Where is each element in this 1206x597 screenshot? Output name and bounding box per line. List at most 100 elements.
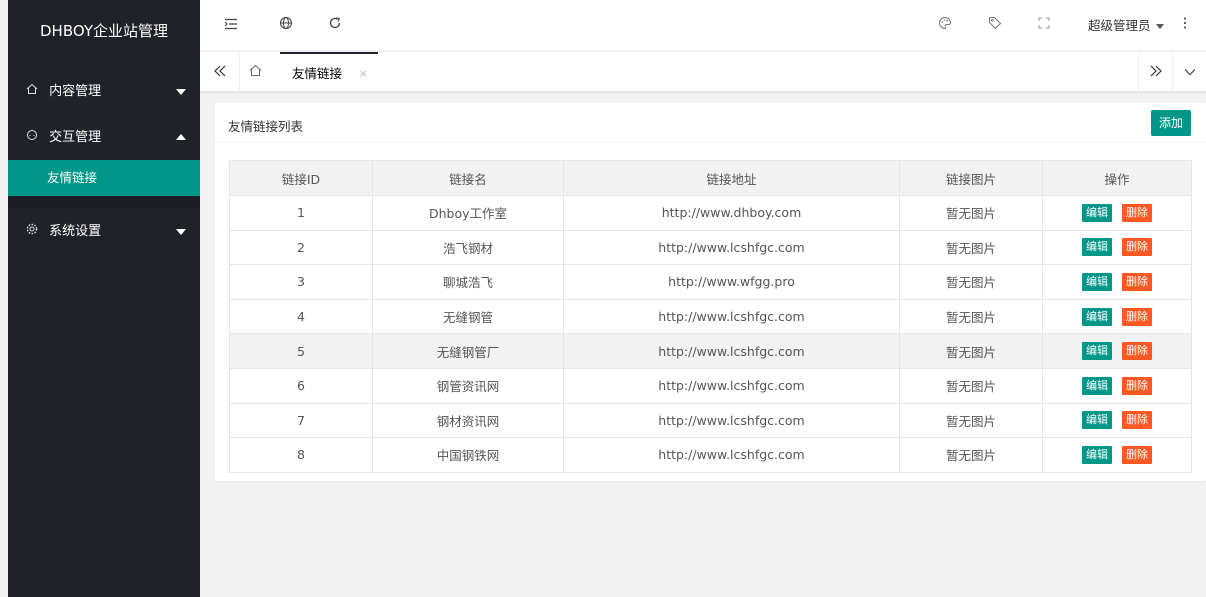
column-header: 链接地址 — [563, 160, 900, 196]
table-header-row: 链接ID 链接名 链接地址 链接图片 操作 — [229, 160, 1192, 196]
sidebar-item-content[interactable]: 内容管理 — [8, 68, 200, 114]
cell-name: 浩飞钢材 — [372, 229, 564, 266]
cell-actions: 编辑 删除 — [1042, 437, 1192, 473]
gear-icon — [25, 208, 39, 254]
edit-button[interactable]: 编辑 — [1082, 445, 1112, 464]
divider — [215, 142, 1206, 143]
links-card: 友情链接列表 添加 链接ID 链接名 链接地址 链接图片 操作 1 Dhboy工… — [215, 103, 1206, 481]
caret-down-icon — [1155, 24, 1164, 29]
table-row: 4 无缝钢管 http://www.lcshfgc.com 暂无图片 编辑 删除 — [229, 298, 1192, 335]
links-table: 链接ID 链接名 链接地址 链接图片 操作 1 Dhboy工作室 http://… — [229, 160, 1192, 473]
cell-url: http://www.dhboy.com — [563, 195, 900, 231]
menu-icon[interactable] — [221, 16, 241, 36]
edit-button[interactable]: 编辑 — [1082, 342, 1112, 361]
top-header: 超级管理员 — [200, 0, 1206, 51]
refresh-icon[interactable] — [325, 16, 345, 36]
add-button[interactable]: 添加 — [1151, 110, 1191, 136]
cell-url: http://www.lcshfgc.com — [563, 333, 900, 369]
cell-name: 中国钢铁网 — [372, 437, 564, 473]
column-header: 链接ID — [229, 160, 373, 196]
cell-image: 暂无图片 — [899, 264, 1043, 300]
cell-image: 暂无图片 — [899, 333, 1043, 369]
edit-button[interactable]: 编辑 — [1082, 272, 1112, 291]
cell-actions: 编辑 删除 — [1042, 333, 1192, 369]
delete-button[interactable]: 删除 — [1122, 307, 1152, 326]
cell-actions: 编辑 删除 — [1042, 195, 1192, 231]
delete-button[interactable]: 删除 — [1122, 376, 1152, 395]
cell-image: 暂无图片 — [899, 229, 1043, 266]
cell-id: 2 — [229, 229, 373, 266]
cell-actions: 编辑 删除 — [1042, 298, 1192, 335]
column-header: 链接名 — [372, 160, 564, 196]
close-icon[interactable]: × — [359, 54, 368, 94]
cell-actions: 编辑 删除 — [1042, 367, 1192, 404]
cell-actions: 编辑 删除 — [1042, 264, 1192, 300]
card-title: 友情链接列表 — [228, 119, 304, 134]
tag-icon[interactable] — [985, 16, 1005, 36]
cell-id: 1 — [229, 195, 373, 231]
edit-button[interactable]: 编辑 — [1082, 411, 1112, 430]
delete-button[interactable]: 删除 — [1122, 238, 1152, 257]
cell-id: 6 — [229, 367, 373, 404]
cell-id: 7 — [229, 402, 373, 439]
double-chevron-left-icon[interactable] — [200, 52, 240, 92]
globe-icon[interactable] — [276, 16, 296, 36]
sidebar-item-label: 内容管理 — [49, 84, 102, 99]
table-row: 1 Dhboy工作室 http://www.dhboy.com 暂无图片 编辑删… — [229, 195, 1192, 231]
cell-name: 聊城浩飞 — [372, 264, 564, 300]
tab-bar: 友情链接 × — [200, 52, 1206, 92]
tab-links[interactable]: 友情链接 × — [280, 52, 378, 92]
user-name: 超级管理员 — [1088, 18, 1151, 33]
edit-button[interactable]: 编辑 — [1082, 238, 1112, 257]
cell-image: 暂无图片 — [899, 298, 1043, 335]
cell-url: http://www.lcshfgc.com — [563, 367, 900, 404]
sidebar-subitem-links[interactable]: 友情链接 — [8, 160, 200, 196]
cell-actions: 编辑 删除 — [1042, 402, 1192, 439]
edit-button[interactable]: 编辑 — [1082, 376, 1112, 395]
sidebar-item-settings[interactable]: 系统设置 — [8, 208, 200, 254]
cell-url: http://www.lcshfgc.com — [563, 402, 900, 439]
cell-name: 无缝钢管 — [372, 298, 564, 335]
chevron-down-icon[interactable] — [1172, 52, 1206, 92]
delete-button[interactable]: 删除 — [1122, 342, 1152, 361]
fullscreen-icon[interactable] — [1034, 16, 1054, 36]
more-icon[interactable] — [1183, 16, 1187, 36]
delete-button[interactable]: 删除 — [1122, 203, 1152, 222]
cell-name: 钢材资讯网 — [372, 402, 564, 439]
edit-button[interactable]: 编辑 — [1082, 203, 1112, 222]
chevron-down-icon — [176, 89, 186, 95]
cell-image: 暂无图片 — [899, 437, 1043, 473]
delete-button[interactable]: 删除 — [1122, 272, 1152, 291]
home-icon[interactable] — [240, 52, 270, 92]
cell-url: http://www.lcshfgc.com — [563, 229, 900, 266]
sidebar-item-interaction[interactable]: 交互管理 — [8, 114, 200, 160]
sidebar-item-label: 交互管理 — [49, 130, 102, 145]
chat-icon — [25, 114, 39, 160]
table-row: 5 无缝钢管厂 http://www.lcshfgc.com 暂无图片 编辑 删除 — [229, 333, 1192, 369]
sidebar: DHBOY企业站管理 内容管理 交互管理 友情链接 系统设置 — [8, 0, 200, 597]
nav-group: 内容管理 交互管理 友情链接 系统设置 — [8, 68, 200, 254]
cell-name: 无缝钢管厂 — [372, 333, 564, 369]
cell-image: 暂无图片 — [899, 402, 1043, 439]
cell-name: Dhboy工作室 — [372, 195, 564, 231]
table-row: 7 钢材资讯网 http://www.lcshfgc.com 暂无图片 编辑 删除 — [229, 402, 1192, 439]
cell-image: 暂无图片 — [899, 195, 1043, 231]
table-row: 8 中国钢铁网 http://www.lcshfgc.com 暂无图片 编辑 删除 — [229, 437, 1192, 473]
delete-button[interactable]: 删除 — [1122, 445, 1152, 464]
cell-name: 钢管资讯网 — [372, 367, 564, 404]
sidebar-item-label: 系统设置 — [49, 224, 102, 239]
cell-id: 3 — [229, 264, 373, 300]
column-header: 操作 — [1042, 160, 1192, 196]
chevron-up-icon — [176, 134, 186, 140]
tab-label: 友情链接 — [292, 66, 343, 81]
cell-url: http://www.lcshfgc.com — [563, 437, 900, 473]
home-icon — [25, 68, 39, 114]
delete-button[interactable]: 删除 — [1122, 411, 1152, 430]
edit-button[interactable]: 编辑 — [1082, 307, 1112, 326]
user-menu[interactable]: 超级管理员 — [1088, 16, 1164, 36]
submenu: 友情链接 — [8, 160, 200, 208]
column-header: 链接图片 — [899, 160, 1043, 196]
theme-icon[interactable] — [935, 16, 955, 36]
brand-title[interactable]: DHBOY企业站管理 — [8, 0, 200, 60]
double-chevron-right-icon[interactable] — [1138, 52, 1172, 92]
